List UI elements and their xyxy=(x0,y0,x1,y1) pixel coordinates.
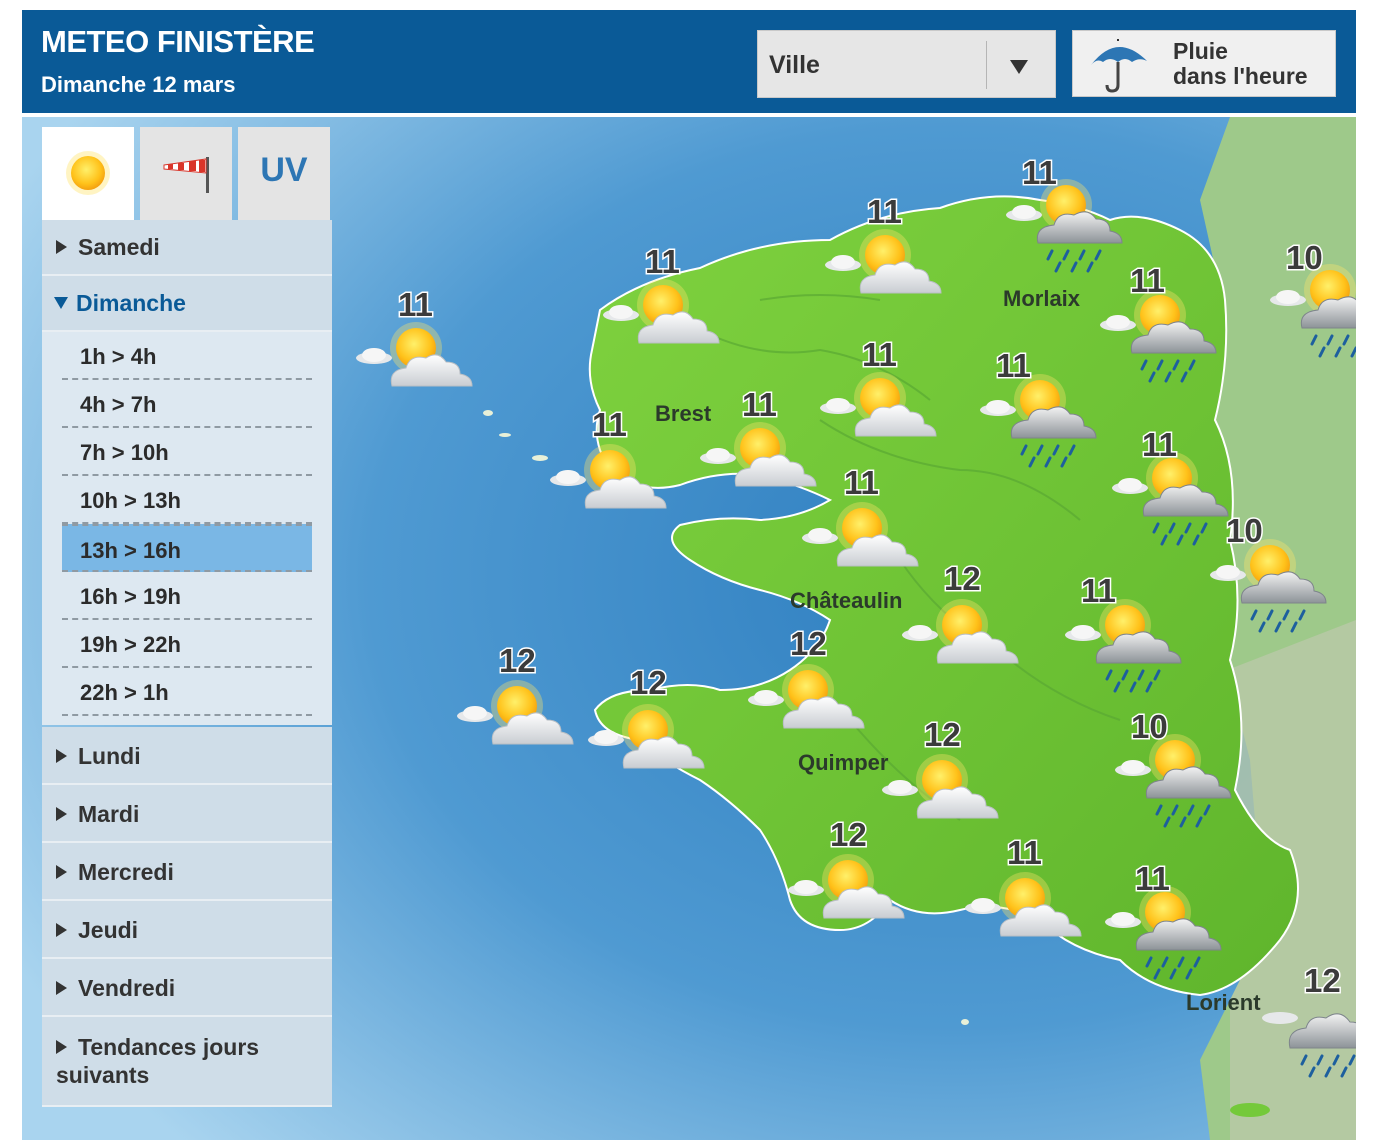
temp-label: 11 xyxy=(1081,572,1116,609)
time-slot-selected[interactable]: 13h > 16h xyxy=(62,524,312,572)
day-tendances[interactable]: Tendances jours suivants xyxy=(42,1017,332,1107)
temp-label: 11 xyxy=(1130,262,1165,299)
temp-label: 11 xyxy=(996,347,1031,384)
time-slot[interactable]: 22h > 1h xyxy=(62,668,312,716)
temp-label: 11 xyxy=(862,336,897,373)
day-mardi[interactable]: Mardi xyxy=(42,785,332,843)
day-jeudi[interactable]: Jeudi xyxy=(42,901,332,959)
time-slot[interactable]: 7h > 10h xyxy=(62,428,312,476)
temp-label: 11 xyxy=(592,406,627,443)
temp-label: 12 xyxy=(944,560,981,597)
caret-down-icon xyxy=(54,297,68,309)
city-label-morlaix: Morlaix xyxy=(1003,286,1081,311)
temp-label: 12 xyxy=(924,716,961,753)
day-label: Vendredi xyxy=(78,975,176,1001)
uv-label: UV xyxy=(260,151,308,189)
caret-right-icon xyxy=(56,981,67,995)
temp-label: 11 xyxy=(398,286,433,323)
temp-label: 12 xyxy=(499,642,536,679)
rain-button-line-1: Pluie xyxy=(1173,38,1228,64)
rain-button-line-2: dans l'heure xyxy=(1173,63,1308,89)
tab-wind[interactable] xyxy=(140,127,232,220)
tab-weather[interactable] xyxy=(42,127,134,220)
temp-label: 11 xyxy=(645,243,680,280)
city-label-quimper: Quimper xyxy=(798,750,889,775)
day-label: Samedi xyxy=(78,234,160,260)
city-select-label: Ville xyxy=(769,51,820,79)
day-label: Jeudi xyxy=(78,917,139,943)
temp-label: 10 xyxy=(1286,239,1323,276)
page-title: METEO FINISTÈRE xyxy=(41,24,315,59)
temp-label: 11 xyxy=(867,193,902,230)
caret-right-icon xyxy=(56,240,67,254)
temp-label: 11 xyxy=(742,386,777,423)
time-slot[interactable]: 10h > 13h xyxy=(62,476,312,524)
city-label-brest: Brest xyxy=(655,401,712,426)
time-slot[interactable]: 19h > 22h xyxy=(62,620,312,668)
temp-label: 12 xyxy=(630,664,667,701)
view-tabs: UV xyxy=(42,127,332,220)
day-lundi[interactable]: Lundi xyxy=(42,727,332,785)
temp-label: 11 xyxy=(1022,154,1057,191)
windsock-icon xyxy=(163,157,209,193)
day-dimanche[interactable]: Dimanche xyxy=(42,276,332,332)
caret-right-icon xyxy=(56,807,67,821)
umbrella-icon xyxy=(1091,39,1147,93)
page-date: Dimanche 12 mars xyxy=(41,72,236,97)
time-slot[interactable]: 4h > 7h xyxy=(62,380,312,428)
temp-label: 11 xyxy=(1007,834,1042,871)
day-label: Tendances jours xyxy=(78,1034,260,1060)
temp-label: 12 xyxy=(790,625,827,662)
day-label: Dimanche xyxy=(76,290,186,316)
time-slot-list: 1h > 4h 4h > 7h 7h > 10h 10h > 13h 13h >… xyxy=(42,332,332,725)
temp-label: 10 xyxy=(1226,512,1263,549)
city-label-chateaulin: Châteaulin xyxy=(790,588,902,613)
day-samedi[interactable]: Samedi xyxy=(42,220,332,276)
chevron-down-icon[interactable] xyxy=(1010,60,1028,74)
caret-right-icon xyxy=(56,1040,67,1054)
sun-icon xyxy=(66,151,110,195)
temp-label: 11 xyxy=(1142,426,1177,463)
temp-label: 10 xyxy=(1131,708,1168,745)
time-slot[interactable]: 16h > 19h xyxy=(62,572,312,620)
temp-label: 12 xyxy=(1304,962,1341,999)
tab-uv[interactable]: UV xyxy=(238,127,330,220)
caret-right-icon xyxy=(56,923,67,937)
city-label-lorient: Lorient xyxy=(1186,990,1261,1015)
day-vendredi[interactable]: Vendredi xyxy=(42,959,332,1017)
temp-label: 11 xyxy=(1135,860,1170,897)
day-label: Lundi xyxy=(78,743,141,769)
caret-right-icon xyxy=(56,749,67,763)
city-select-divider xyxy=(986,41,987,89)
caret-right-icon xyxy=(56,865,67,879)
header-bar: METEO FINISTÈRE Dimanche 12 mars Ville P… xyxy=(22,10,1356,113)
temp-label: 11 xyxy=(844,464,879,501)
day-mercredi[interactable]: Mercredi xyxy=(42,843,332,901)
rain-in-hour-button[interactable]: Pluie dans l'heure xyxy=(1072,30,1336,97)
day-label-cont: suivants xyxy=(56,1062,150,1088)
city-select[interactable]: Ville xyxy=(757,30,1056,98)
day-label: Mardi xyxy=(78,801,140,827)
day-label: Mercredi xyxy=(78,859,174,885)
sidebar: UV Samedi Dimanche 1h > 4h 4h > 7h 7h > … xyxy=(42,127,332,1107)
temp-label: 12 xyxy=(830,816,867,853)
time-slot[interactable]: 1h > 4h xyxy=(62,332,312,380)
